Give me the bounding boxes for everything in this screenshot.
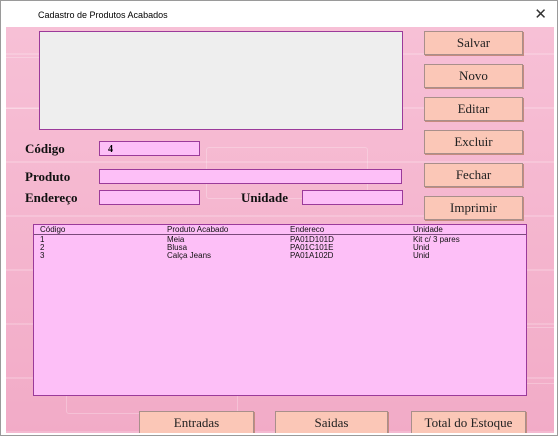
list-cell: PA01A102D bbox=[290, 251, 334, 260]
unidade-label: Unidade bbox=[241, 190, 288, 205]
endereco-field[interactable] bbox=[99, 190, 200, 205]
list-item[interactable]: 2 Blusa PA01C101E Unid bbox=[34, 243, 526, 252]
fechar-button[interactable]: Fechar bbox=[424, 163, 523, 187]
image-preview-panel bbox=[39, 31, 403, 130]
products-list[interactable]: Código Produto Acabado Endereco Unidade … bbox=[33, 224, 527, 396]
list-header: Código Produto Acabado Endereco Unidade bbox=[34, 225, 526, 235]
list-item[interactable]: 3 Calça Jeans PA01A102D Unid bbox=[34, 251, 526, 260]
unidade-field[interactable] bbox=[302, 190, 403, 205]
app-window: Cadastro de Produtos Acabados ✕ Salvar N… bbox=[0, 0, 558, 436]
novo-button[interactable]: Novo bbox=[424, 64, 523, 88]
list-cell: 3 bbox=[40, 251, 45, 260]
column-header: Endereco bbox=[290, 225, 325, 234]
codigo-field[interactable]: 4 bbox=[99, 141, 200, 156]
close-icon[interactable]: ✕ bbox=[534, 5, 547, 23]
list-cell: Unid bbox=[413, 251, 430, 260]
column-header: Código bbox=[40, 225, 66, 234]
produto-label: Produto bbox=[25, 169, 71, 184]
form-area: Salvar Novo Editar Excluir Fechar Imprim… bbox=[6, 27, 554, 433]
entradas-button[interactable]: Entradas bbox=[139, 411, 254, 433]
produto-field[interactable] bbox=[99, 169, 402, 184]
editar-button[interactable]: Editar bbox=[424, 97, 523, 121]
column-header: Unidade bbox=[413, 225, 443, 234]
codigo-label: Código bbox=[25, 141, 65, 156]
list-cell: Calça Jeans bbox=[167, 251, 212, 260]
saidas-button[interactable]: Saidas bbox=[275, 411, 388, 433]
total-estoque-button[interactable]: Total do Estoque bbox=[411, 411, 526, 433]
imprimir-button[interactable]: Imprimir bbox=[424, 196, 523, 220]
window-title: Cadastro de Produtos Acabados bbox=[38, 10, 168, 20]
endereco-label: Endereço bbox=[25, 190, 78, 205]
excluir-button[interactable]: Excluir bbox=[424, 130, 523, 154]
title-bar: Cadastro de Produtos Acabados ✕ bbox=[1, 1, 557, 27]
column-header: Produto Acabado bbox=[167, 225, 229, 234]
list-item[interactable]: 1 Meia PA01D101D Kit c/ 3 pares bbox=[34, 235, 526, 244]
salvar-button[interactable]: Salvar bbox=[424, 31, 523, 55]
